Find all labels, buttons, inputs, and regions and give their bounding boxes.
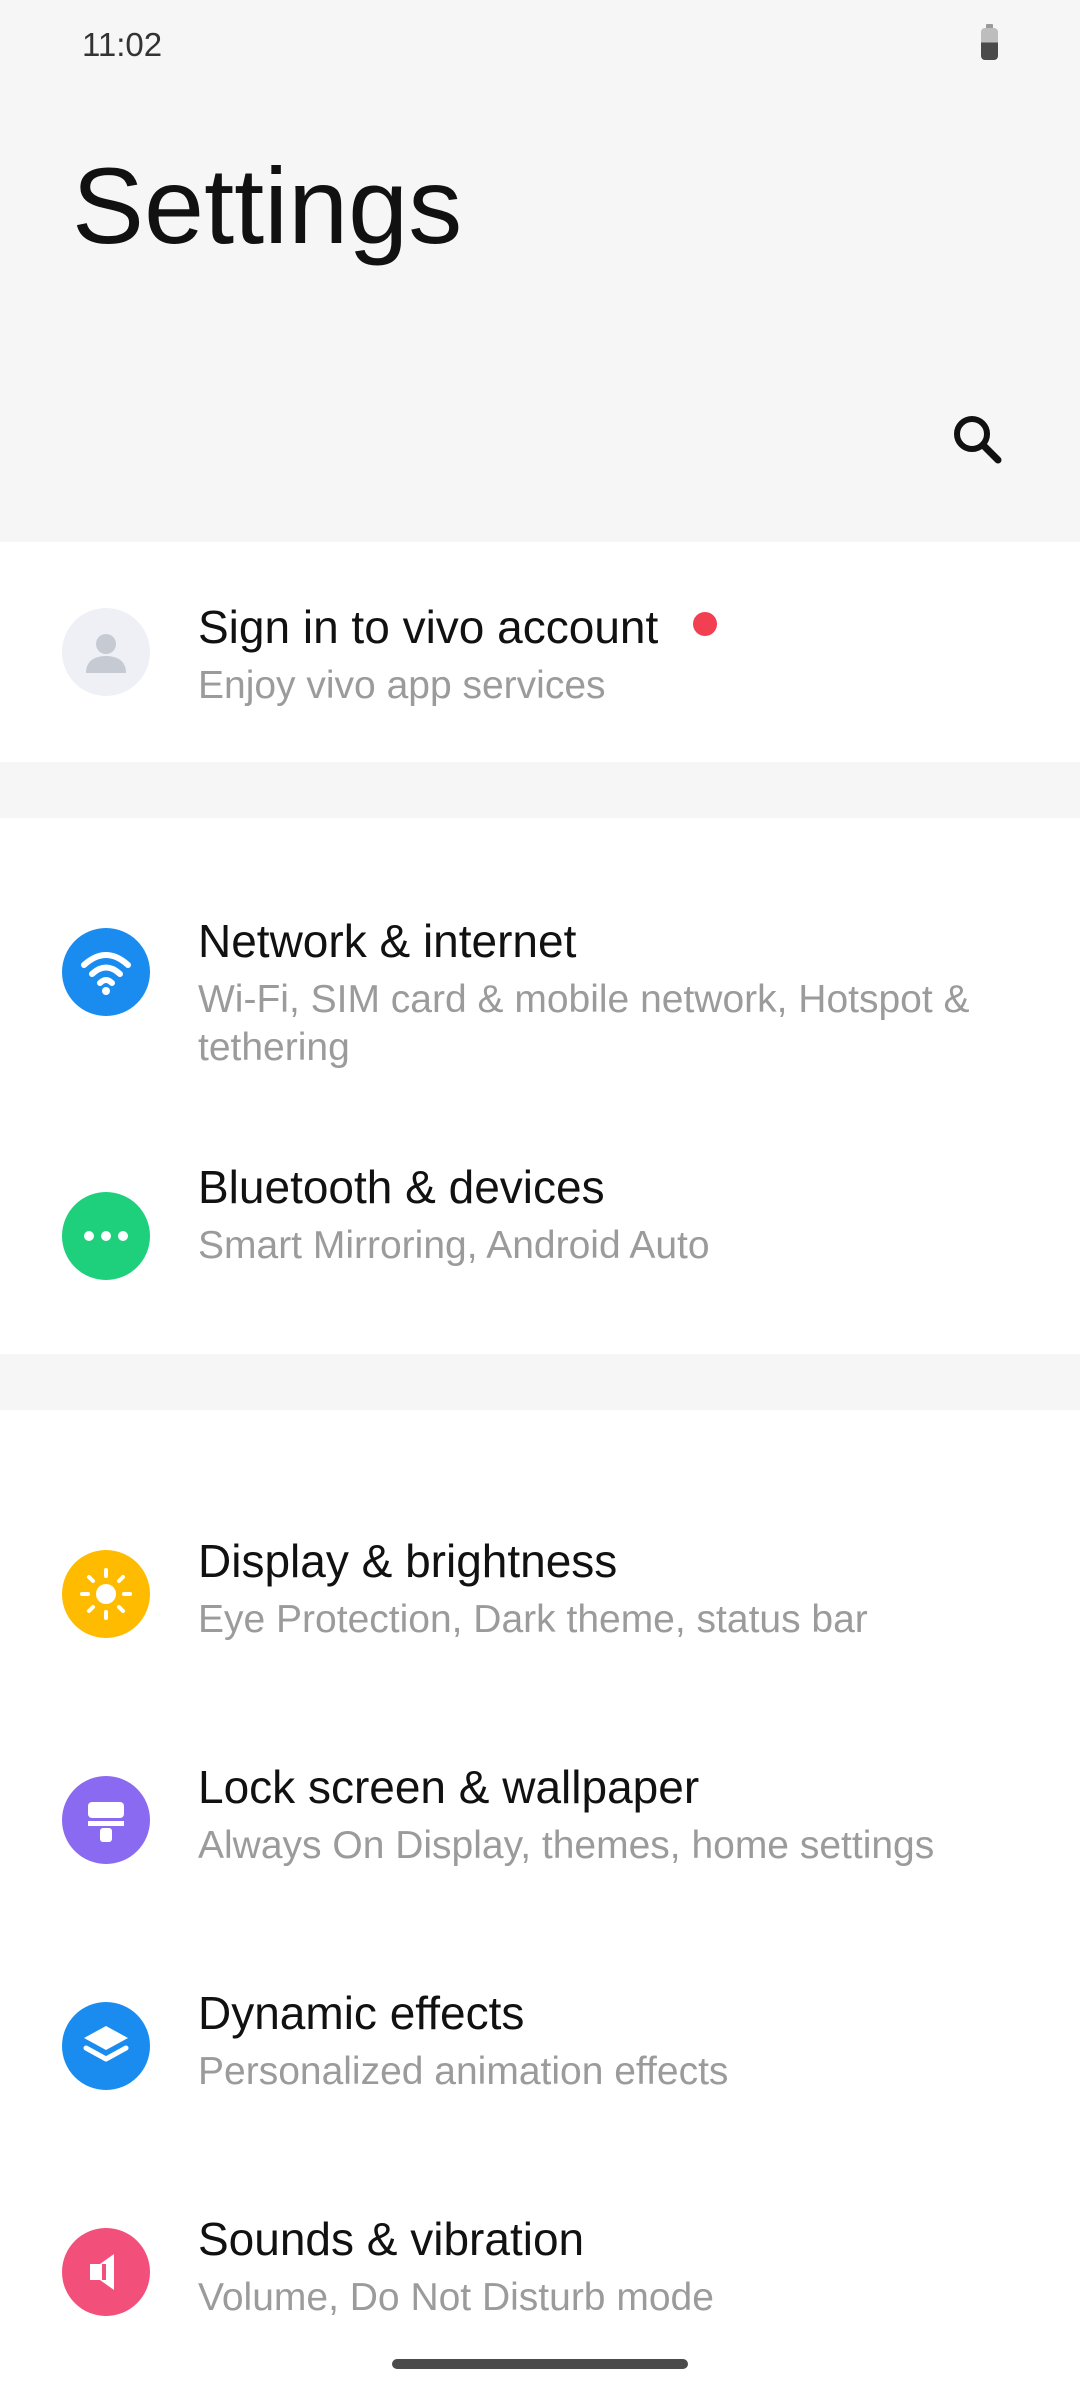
wifi-icon — [81, 952, 131, 995]
display-title: Display & brightness — [198, 1535, 618, 1587]
bluetooth-icon-badge — [62, 1192, 150, 1280]
settings-item-network[interactable]: Network & internet Wi-Fi, SIM card & mob… — [0, 858, 1080, 1098]
connectivity-card: Network & internet Wi-Fi, SIM card & mob… — [0, 818, 1080, 1354]
settings-item-bluetooth[interactable]: Bluetooth & devices Smart Mirroring, And… — [0, 1118, 1080, 1318]
account-title: Sign in to vivo account — [198, 601, 659, 653]
lockscreen-title: Lock screen & wallpaper — [198, 1761, 700, 1813]
status-bar: 11:02 — [0, 0, 1080, 92]
account-subtitle: Enjoy vivo app services — [198, 664, 606, 707]
display-icon-badge — [62, 1550, 150, 1638]
settings-item-display[interactable]: Display & brightness Eye Protection, Dar… — [0, 1450, 1080, 1676]
avatar-icon — [86, 634, 126, 673]
settings-item-dynamic-effects[interactable]: Dynamic effects Personalized animation e… — [0, 1902, 1080, 2128]
battery-icon — [981, 24, 998, 60]
account-row[interactable]: Sign in to vivo account Enjoy vivo app s… — [0, 542, 1080, 762]
network-icon-badge — [62, 928, 150, 1016]
settings-item-sounds[interactable]: Sounds & vibration Volume, Do Not Distur… — [0, 2128, 1080, 2354]
notification-dot — [693, 612, 717, 636]
more-dots-icon — [84, 1231, 128, 1241]
home-indicator[interactable] — [392, 2359, 688, 2369]
network-title: Network & internet — [198, 915, 577, 967]
bluetooth-title: Bluetooth & devices — [198, 1161, 605, 1213]
account-card: Sign in to vivo account Enjoy vivo app s… — [0, 542, 1080, 762]
search-icon — [954, 416, 1002, 464]
sun-icon — [80, 1568, 132, 1620]
status-time: 11:02 — [82, 26, 163, 63]
speaker-icon — [90, 2254, 114, 2290]
sounds-icon-badge — [62, 2228, 150, 2316]
display-subtitle: Eye Protection, Dark theme, status bar — [198, 1598, 868, 1641]
network-subtitle: Wi-Fi, SIM card & mobile network, Hotspo… — [198, 978, 970, 1069]
display-card: Display & brightness Eye Protection, Dar… — [0, 1410, 1080, 2400]
lockscreen-subtitle: Always On Display, themes, home settings — [198, 1824, 935, 1867]
bluetooth-subtitle: Smart Mirroring, Android Auto — [198, 1224, 710, 1267]
effects-icon-badge — [62, 2002, 150, 2090]
sounds-subtitle: Volume, Do Not Disturb mode — [198, 2276, 714, 2319]
brush-icon — [88, 1802, 124, 1842]
sounds-title: Sounds & vibration — [198, 2213, 585, 2265]
settings-item-lockscreen[interactable]: Lock screen & wallpaper Always On Displa… — [0, 1676, 1080, 1902]
search-button[interactable] — [946, 408, 1008, 470]
dynamic-effects-subtitle: Personalized animation effects — [198, 2050, 729, 2093]
page-title: Settings — [72, 145, 463, 266]
avatar — [62, 608, 150, 696]
layers-icon — [83, 2026, 129, 2062]
lockscreen-icon-badge — [62, 1776, 150, 1864]
dynamic-effects-title: Dynamic effects — [198, 1987, 525, 2039]
